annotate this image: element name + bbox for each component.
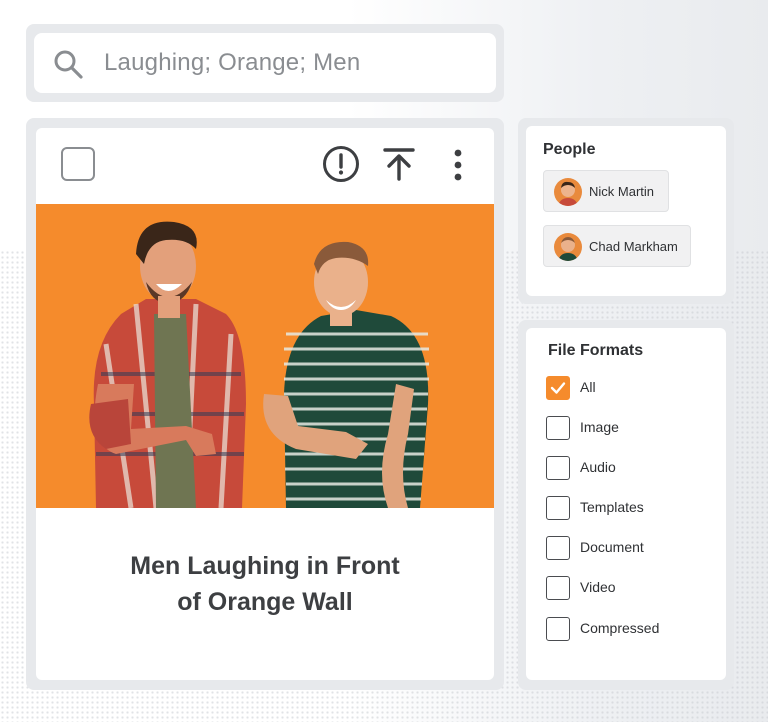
checkmark-icon: [550, 382, 566, 394]
card-title: Men Laughing in Front of Orange Wall: [36, 548, 494, 620]
card-select-checkbox[interactable]: [61, 147, 95, 181]
people-title: People: [543, 141, 596, 158]
card-title-line-1: Men Laughing in Front: [130, 552, 400, 580]
format-option-video[interactable]: Video: [546, 576, 716, 602]
card-title-line-2: of Orange Wall: [177, 588, 353, 616]
asset-card[interactable]: Men Laughing in Front of Orange Wall: [36, 128, 494, 680]
person-chip-chad-markham[interactable]: Chad Markham: [543, 225, 691, 267]
format-checkbox-document[interactable]: [546, 536, 570, 560]
format-checkbox-compressed[interactable]: [546, 617, 570, 641]
report-icon[interactable]: [322, 145, 360, 183]
file-formats-panel: File Formats All Image Audio Templates D…: [526, 328, 726, 680]
file-formats-title: File Formats: [548, 342, 644, 359]
format-label: Video: [580, 579, 616, 595]
format-label: Compressed: [580, 620, 660, 636]
format-checkbox-image[interactable]: [546, 416, 570, 440]
person-name: Nick Martin: [589, 184, 655, 199]
search-input[interactable]: [104, 49, 474, 77]
search-icon[interactable]: [52, 48, 84, 80]
format-checkbox-video[interactable]: [546, 576, 570, 600]
format-option-templates[interactable]: Templates: [546, 496, 716, 522]
format-option-compressed[interactable]: Compressed: [546, 617, 716, 643]
format-label: Image: [580, 419, 619, 435]
people-panel: People Nick Martin Chad Markham: [526, 126, 726, 296]
format-option-all[interactable]: All: [546, 376, 716, 402]
format-checkbox-audio[interactable]: [546, 456, 570, 480]
format-label: Audio: [580, 459, 616, 475]
laughing-men-illustration: [89, 221, 429, 508]
format-option-image[interactable]: Image: [546, 416, 716, 442]
avatar: [554, 233, 582, 261]
search-bar: [34, 33, 496, 93]
format-option-audio[interactable]: Audio: [546, 456, 716, 482]
asset-photo[interactable]: [36, 204, 494, 508]
format-label: Templates: [580, 499, 644, 515]
format-checkbox-templates[interactable]: [546, 496, 570, 520]
format-label: Document: [580, 539, 644, 555]
format-label: All: [580, 379, 596, 395]
person-name: Chad Markham: [589, 239, 678, 254]
person-chip-nick-martin[interactable]: Nick Martin: [543, 170, 669, 212]
avatar: [554, 178, 582, 206]
format-checkbox-all[interactable]: [546, 376, 570, 400]
more-vertical-icon[interactable]: [450, 148, 466, 182]
format-option-document[interactable]: Document: [546, 536, 716, 562]
upload-icon[interactable]: [383, 147, 415, 181]
